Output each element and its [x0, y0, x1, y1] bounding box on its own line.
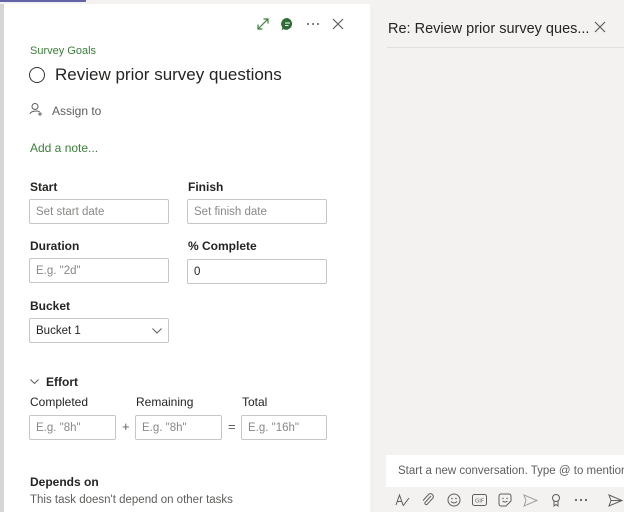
attach-icon[interactable] [416, 490, 442, 510]
close-icon[interactable] [325, 14, 350, 34]
assign-to-label: Assign to [52, 103, 102, 118]
assign-to-button[interactable]: Assign to [29, 102, 101, 119]
more-icon[interactable] [300, 14, 325, 34]
svg-text:GIF: GIF [475, 499, 484, 505]
start-date-input[interactable]: Set start date [29, 199, 169, 224]
bucket-label: Bucket [30, 299, 71, 313]
gif-icon[interactable]: GIF [467, 490, 493, 510]
conversation-title: Re: Review prior survey ques... [388, 21, 590, 37]
total-effort-input[interactable]: E.g. "16h" [241, 415, 327, 440]
finish-date-input[interactable]: Set finish date [187, 199, 327, 224]
depends-on-text: This task doesn't depend on other tasks [30, 494, 233, 506]
chevron-down-icon [30, 379, 39, 385]
effort-label: Effort [46, 375, 78, 389]
bucket-dropdown[interactable]: Bucket 1 [29, 318, 169, 343]
chat-icon[interactable] [275, 14, 300, 34]
sticker-icon[interactable] [492, 490, 518, 510]
active-tab-indicator [0, 0, 86, 2]
notes-field[interactable]: Add a note... [30, 141, 98, 155]
compose-message-input[interactable]: Start a new conversation. Type @ to ment… [386, 455, 624, 487]
schedule-meeting-icon[interactable] [518, 490, 544, 510]
task-details-pane: Survey Goals Review prior survey questio… [4, 4, 370, 512]
completed-label: Completed [30, 395, 89, 409]
duration-label: Duration [30, 239, 80, 253]
conversation-pane: Re: Review prior survey ques... Start a … [370, 0, 624, 512]
percent-complete-input[interactable]: 0 [187, 259, 327, 284]
effort-section-toggle[interactable]: Effort [30, 375, 78, 389]
task-title[interactable]: Review prior survey questions [55, 65, 282, 85]
close-conversation-icon[interactable] [594, 20, 606, 38]
send-icon[interactable] [605, 490, 624, 510]
compose-toolbar: GIF [390, 490, 594, 510]
equals-sign: = [228, 419, 236, 434]
format-icon[interactable] [390, 490, 416, 510]
more-icon[interactable] [569, 490, 595, 510]
complete-task-checkbox[interactable] [29, 67, 45, 83]
depends-on-label: Depends on [30, 475, 99, 489]
start-label: Start [30, 180, 58, 194]
duration-input[interactable]: E.g. "2d" [29, 258, 169, 283]
praise-icon[interactable] [543, 490, 569, 510]
divider [387, 47, 624, 48]
bucket-selected-value: Bucket 1 [36, 324, 81, 337]
task-title-row: Review prior survey questions [29, 65, 282, 85]
plan-name: Survey Goals [30, 45, 97, 57]
chevron-down-icon [152, 327, 162, 334]
expand-icon[interactable] [250, 14, 275, 34]
add-person-icon [29, 102, 43, 119]
task-header-actions [250, 14, 350, 34]
remaining-effort-input[interactable]: E.g. "8h" [135, 415, 222, 440]
total-label: Total [242, 395, 268, 409]
completed-effort-input[interactable]: E.g. "8h" [29, 415, 116, 440]
remaining-label: Remaining [136, 395, 194, 409]
finish-label: Finish [188, 180, 224, 194]
plus-sign: + [122, 419, 130, 434]
percent-complete-label: % Complete [188, 239, 257, 253]
emoji-icon[interactable] [441, 490, 467, 510]
